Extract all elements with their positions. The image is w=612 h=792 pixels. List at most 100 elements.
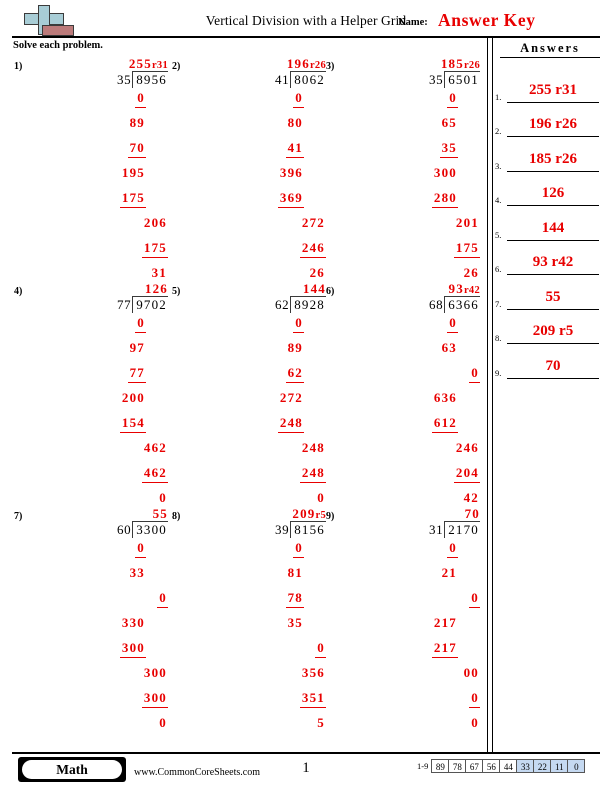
division-step: 195 xyxy=(40,165,168,190)
answer-value[interactable]: 70 xyxy=(507,353,599,379)
quotient-row: 55 xyxy=(40,506,168,521)
answers-panel-divider-left xyxy=(487,37,488,752)
division-step-value: 300 xyxy=(141,690,168,708)
problem-row: 4) 126 77 9702 0 97 77 200 154 462 462 0 5) 144 62 8928… xyxy=(0,281,487,506)
division-step: 175 xyxy=(352,240,480,265)
answer-value[interactable]: 55 xyxy=(507,284,599,310)
division-steps: 0 89 62 272 248 248 248 0 xyxy=(198,315,326,515)
dividend: 2170 xyxy=(444,521,480,538)
division-step: 612 xyxy=(352,415,480,440)
division-steps: 0 81 78 35 0 356 351 5 xyxy=(198,540,326,740)
division-step: 89 xyxy=(198,340,326,365)
quotient-remainder: r26 xyxy=(309,60,326,71)
division-step-value: 00 xyxy=(463,665,479,680)
answer-value[interactable]: 209 r5 xyxy=(507,318,599,344)
long-division-work: 126 77 9702 0 97 77 200 154 462 462 0 xyxy=(40,281,168,515)
answer-value[interactable]: 93 r42 xyxy=(507,249,599,275)
division-steps: 0 89 70 195 175 206 175 31 xyxy=(40,90,168,290)
quotient-row: 70 xyxy=(352,506,480,521)
division-step-value: 0 xyxy=(469,365,480,383)
division-step: 89 xyxy=(40,115,168,140)
divisor-dividend-row: 68 6366 xyxy=(352,296,480,315)
division-step: 97 xyxy=(40,340,168,365)
divisor: 60 xyxy=(116,522,132,537)
division-step-value: 272 xyxy=(301,215,325,230)
division-step-value: 195 xyxy=(121,165,145,180)
division-step: 0 xyxy=(40,715,168,740)
division-step-value: 396 xyxy=(279,165,303,180)
division-step: 80 xyxy=(198,115,326,140)
division-step: 300 xyxy=(40,665,168,690)
dividend: 8062 xyxy=(290,71,326,88)
quotient-remainder: r31 xyxy=(151,60,168,71)
answer-value[interactable]: 126 xyxy=(507,180,599,206)
divisor-dividend-row: 62 8928 xyxy=(198,296,326,315)
answer-value[interactable]: 144 xyxy=(507,215,599,241)
division-steps: 0 33 0 330 300 300 300 0 xyxy=(40,540,168,740)
score-scale: 1-9 89 78 67 56 44 33 22 11 0 xyxy=(417,757,586,774)
instructions-text: Solve each problem. xyxy=(13,40,103,51)
division-step: 0 xyxy=(40,315,168,340)
division-step: 78 xyxy=(198,590,326,615)
division-steps: 0 97 77 200 154 462 462 0 xyxy=(40,315,168,515)
dividend: 9702 xyxy=(132,296,168,313)
quotient-value: 196 xyxy=(286,56,310,71)
division-step-value: 154 xyxy=(119,415,146,433)
division-step: 396 xyxy=(198,165,326,190)
answer-row: 6. 93 r42 xyxy=(495,241,607,275)
division-step-value: 65 xyxy=(441,115,457,130)
division-step: 0 xyxy=(198,640,326,665)
quotient-value: 209 xyxy=(292,506,316,521)
division-problem: 9) 70 31 2170 0 21 0 217 217 00 0 0 xyxy=(326,506,481,731)
answer-value[interactable]: 185 r26 xyxy=(507,146,599,172)
divisor: 77 xyxy=(116,297,132,312)
division-step: 330 xyxy=(40,615,168,640)
division-step-value: 636 xyxy=(433,390,457,405)
quotient-value: 70 xyxy=(464,506,480,521)
division-step-value: 248 xyxy=(277,415,304,433)
long-division-work: 209r5 39 8156 0 81 78 35 0 356 351 5 xyxy=(198,506,326,740)
problem-number: 1) xyxy=(14,61,23,72)
header-divider-rule xyxy=(12,36,600,38)
division-step: 300 xyxy=(40,640,168,665)
answer-value[interactable]: 196 r26 xyxy=(507,111,599,137)
answers-list: 1. 255 r31 2. 196 r26 3. 185 r26 4. 126 5. 144 6. 9… xyxy=(495,68,607,379)
quotient-value: 55 xyxy=(152,506,168,521)
answer-row: 2. 196 r26 xyxy=(495,103,607,137)
division-step-value: 280 xyxy=(431,190,458,208)
division-step-value: 204 xyxy=(453,465,480,483)
division-problem: 1) 255r31 35 8956 0 89 70 195 175 206 175 31 xyxy=(14,56,169,281)
answers-panel-divider-right xyxy=(492,37,493,752)
problem-row: 1) 255r31 35 8956 0 89 70 195 175 206 175 31 2) 196r2… xyxy=(0,56,487,281)
division-steps: 0 80 41 396 369 272 246 26 xyxy=(198,90,326,290)
division-step: 41 xyxy=(198,140,326,165)
division-steps: 0 21 0 217 217 00 0 0 xyxy=(352,540,480,740)
division-step-value: 0 xyxy=(135,315,146,333)
quotient-remainder: r42 xyxy=(463,285,480,296)
dividend: 8156 xyxy=(290,521,326,538)
name-label: Name: xyxy=(398,17,428,28)
problem-number: 4) xyxy=(14,286,23,297)
division-problem: 5) 144 62 8928 0 89 62 272 248 248 248 0 xyxy=(172,281,327,506)
division-step: 0 xyxy=(40,590,168,615)
division-step-value: 0 xyxy=(293,90,304,108)
dividend: 8928 xyxy=(290,296,326,313)
quotient-row: 185r26 xyxy=(352,56,480,71)
answer-row: 8. 209 r5 xyxy=(495,310,607,344)
division-step: 154 xyxy=(40,415,168,440)
answer-number: 1. xyxy=(495,91,502,102)
division-step: 0 xyxy=(352,365,480,390)
divisor: 41 xyxy=(274,72,290,87)
answer-number: 6. xyxy=(495,264,502,274)
division-step-value: 97 xyxy=(129,340,145,355)
problem-number: 7) xyxy=(14,511,23,522)
division-step: 65 xyxy=(352,115,480,140)
division-step-value: 0 xyxy=(135,540,146,558)
division-step-value: 31 xyxy=(151,265,167,280)
answer-value[interactable]: 255 r31 xyxy=(507,77,599,103)
division-step-value: 89 xyxy=(129,115,145,130)
divisor: 35 xyxy=(116,72,132,87)
divisor-dividend-row: 39 8156 xyxy=(198,521,326,540)
footer-divider-rule xyxy=(12,752,600,754)
division-step: 246 xyxy=(198,240,326,265)
